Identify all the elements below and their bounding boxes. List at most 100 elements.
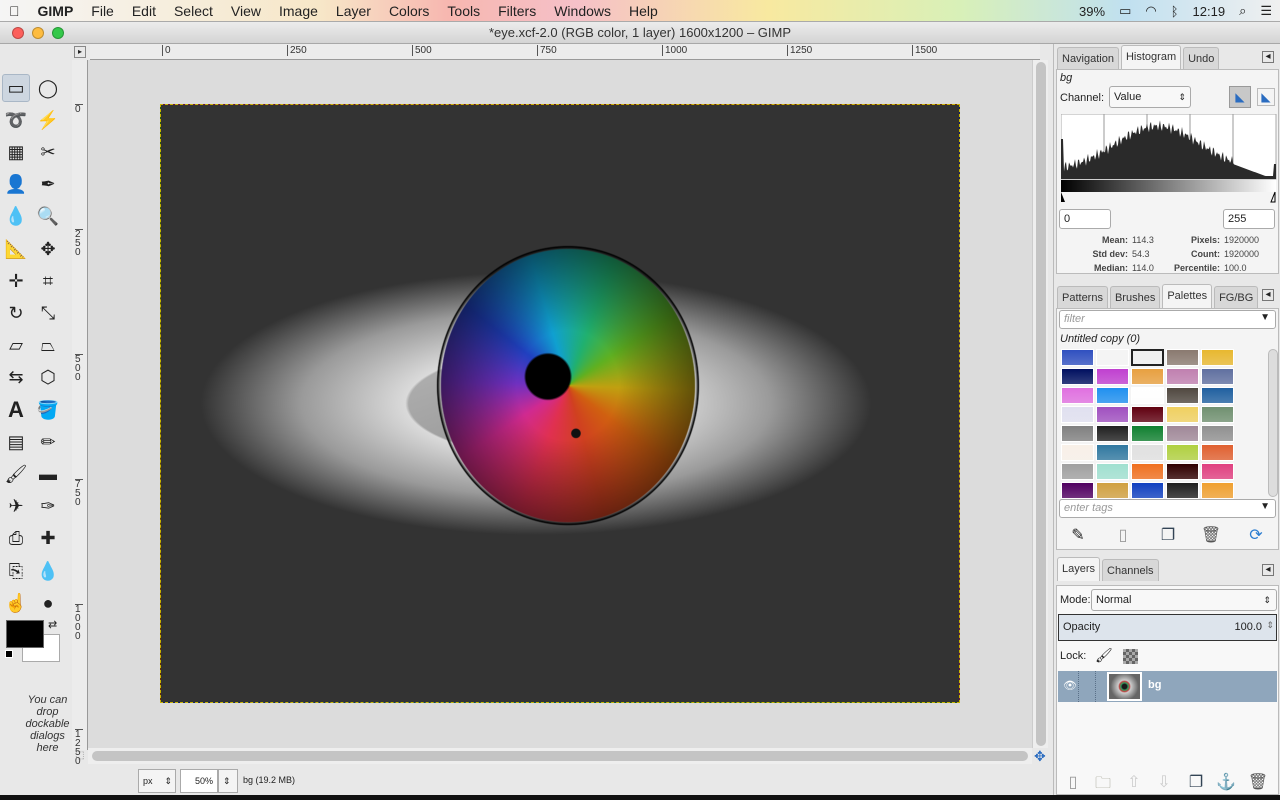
unit-select[interactable]: px ⇕ bbox=[138, 769, 176, 793]
pencil-tool-icon[interactable]: ✏ bbox=[34, 428, 62, 456]
bucket-fill-tool-icon[interactable]: 🪣 bbox=[34, 396, 62, 424]
eraser-tool-icon[interactable]: ▬ bbox=[34, 460, 62, 488]
palette-swatch[interactable] bbox=[1166, 368, 1199, 385]
palette-swatch[interactable] bbox=[1061, 444, 1094, 461]
menu-colors[interactable]: Colors bbox=[380, 0, 438, 22]
menu-help[interactable]: Help bbox=[620, 0, 667, 22]
tab-channels[interactable]: Channels bbox=[1102, 559, 1159, 581]
flip-tool-icon[interactable]: ⇆ bbox=[2, 364, 30, 392]
palette-swatch[interactable] bbox=[1131, 482, 1164, 499]
palette-scrollbar[interactable] bbox=[1268, 349, 1278, 497]
layer-name[interactable]: bg bbox=[1148, 679, 1161, 691]
apple-menu[interactable]:  bbox=[0, 0, 29, 22]
tags-input[interactable]: enter tags bbox=[1059, 499, 1276, 518]
default-colors-icon[interactable] bbox=[5, 650, 13, 658]
menu-layer[interactable]: Layer bbox=[327, 0, 380, 22]
palette-swatch[interactable] bbox=[1201, 406, 1234, 423]
dock-menu-icon[interactable]: ◂ bbox=[1262, 289, 1274, 301]
log-histogram-button[interactable]: ◣ bbox=[1257, 88, 1275, 106]
dock-menu-icon[interactable]: ◂ bbox=[1262, 564, 1274, 576]
color-picker-tool-icon[interactable]: 💧 bbox=[2, 203, 30, 231]
vertical-scrollbar[interactable] bbox=[1032, 60, 1048, 748]
palette-swatch[interactable] bbox=[1166, 349, 1199, 366]
palette-swatch[interactable] bbox=[1201, 387, 1234, 404]
palette-swatch[interactable] bbox=[1096, 368, 1129, 385]
zoom-stepper[interactable]: ⇕ bbox=[218, 769, 238, 793]
palette-swatch[interactable] bbox=[1096, 482, 1129, 499]
palette-swatch[interactable] bbox=[1201, 425, 1234, 442]
palette-swatch[interactable] bbox=[1131, 349, 1164, 366]
palette-swatch[interactable] bbox=[1166, 444, 1199, 461]
paintbrush-tool-icon[interactable]: 🖌 bbox=[2, 460, 30, 488]
tab-palettes[interactable]: Palettes bbox=[1162, 284, 1213, 308]
visibility-eye-icon[interactable]: 👁 bbox=[1063, 679, 1077, 692]
palette-swatch[interactable] bbox=[1166, 463, 1199, 480]
channel-select[interactable]: Value ⇕ bbox=[1109, 86, 1191, 108]
image-eye[interactable] bbox=[160, 104, 960, 703]
foreground-select-tool-icon[interactable]: 👤 bbox=[2, 171, 30, 199]
dodge-burn-tool-icon[interactable]: ● bbox=[34, 589, 62, 617]
ellipse-select-tool-icon[interactable]: ◯ bbox=[34, 74, 62, 102]
ink-tool-icon[interactable]: ✑ bbox=[34, 493, 62, 521]
menu-file[interactable]: File bbox=[82, 0, 123, 22]
heal-tool-icon[interactable]: ✚ bbox=[34, 525, 62, 553]
palette-swatch[interactable] bbox=[1201, 444, 1234, 461]
horizontal-scrollbar[interactable] bbox=[88, 748, 1032, 764]
palette-swatch[interactable] bbox=[1061, 463, 1094, 480]
close-button[interactable] bbox=[12, 27, 24, 39]
paths-tool-icon[interactable]: ✒ bbox=[34, 171, 62, 199]
rotate-tool-icon[interactable]: ↻ bbox=[2, 299, 30, 327]
new-layer-icon[interactable]: ▯ bbox=[1062, 772, 1084, 792]
max-handle[interactable] bbox=[1270, 191, 1276, 203]
range-max-input[interactable]: 255 bbox=[1223, 209, 1275, 229]
palette-swatch[interactable] bbox=[1201, 349, 1234, 366]
palette-swatch[interactable] bbox=[1131, 425, 1164, 442]
palette-swatch[interactable] bbox=[1061, 349, 1094, 366]
range-min-input[interactable]: 0 bbox=[1059, 209, 1111, 229]
minimize-button[interactable] bbox=[32, 27, 44, 39]
palette-swatch[interactable] bbox=[1201, 463, 1234, 480]
lock-alpha-icon[interactable] bbox=[1123, 649, 1138, 664]
clock[interactable]: 12:19 bbox=[1193, 4, 1226, 19]
tab-patterns[interactable]: Patterns bbox=[1057, 286, 1108, 308]
histogram-graph[interactable] bbox=[1061, 114, 1277, 204]
battery-icon[interactable]: ▭ bbox=[1119, 3, 1131, 19]
delete-palette-icon[interactable]: 🗑 bbox=[1200, 525, 1222, 545]
scroll-thumb[interactable] bbox=[1036, 62, 1046, 746]
scissors-tool-icon[interactable]: ✂ bbox=[34, 138, 62, 166]
palette-swatch[interactable] bbox=[1096, 425, 1129, 442]
foreground-color[interactable] bbox=[6, 620, 44, 648]
palette-swatch[interactable] bbox=[1061, 406, 1094, 423]
measure-tool-icon[interactable]: 📐 bbox=[2, 235, 30, 263]
tab-undo[interactable]: Undo bbox=[1183, 47, 1220, 69]
notification-list-icon[interactable]: ☰ bbox=[1260, 3, 1272, 19]
palette-swatch[interactable] bbox=[1131, 387, 1164, 404]
select-by-color-tool-icon[interactable]: ▦ bbox=[2, 138, 30, 166]
text-tool-icon[interactable]: A bbox=[2, 396, 30, 424]
perspective-tool-icon[interactable]: ⏢ bbox=[34, 332, 62, 360]
canvas-area[interactable] bbox=[88, 60, 1032, 748]
cage-tool-icon[interactable]: ⬡ bbox=[34, 364, 62, 392]
blur-tool-icon[interactable]: 💧 bbox=[34, 557, 62, 585]
opacity-stepper[interactable]: ⇕ bbox=[1266, 620, 1274, 631]
tab-brushes[interactable]: Brushes bbox=[1109, 286, 1161, 308]
palette-swatch[interactable] bbox=[1166, 406, 1199, 423]
menu-arrow-icon[interactable]: ▸ bbox=[74, 46, 86, 58]
refresh-palettes-icon[interactable]: ⟳ bbox=[1245, 525, 1267, 545]
menu-image[interactable]: Image bbox=[270, 0, 327, 22]
anchor-layer-icon[interactable]: ⚓ bbox=[1215, 772, 1237, 792]
tags-dropdown-icon[interactable]: ▼ bbox=[1260, 501, 1270, 512]
palette-swatch[interactable] bbox=[1166, 425, 1199, 442]
palette-swatch[interactable] bbox=[1096, 463, 1129, 480]
palette-swatch[interactable] bbox=[1096, 406, 1129, 423]
palette-swatch[interactable] bbox=[1131, 406, 1164, 423]
menu-windows[interactable]: Windows bbox=[545, 0, 620, 22]
palette-swatch[interactable] bbox=[1096, 444, 1129, 461]
menu-tools[interactable]: Tools bbox=[438, 0, 489, 22]
duplicate-palette-icon[interactable]: ❐ bbox=[1157, 525, 1179, 545]
zoom-input[interactable]: 50% bbox=[180, 769, 218, 793]
menu-gimp[interactable]: GIMP bbox=[29, 0, 83, 22]
quick-mask-icon[interactable]: ⬚ bbox=[75, 750, 84, 761]
palette-swatch[interactable] bbox=[1166, 482, 1199, 499]
clone-tool-icon[interactable]: ⎙ bbox=[2, 525, 30, 553]
